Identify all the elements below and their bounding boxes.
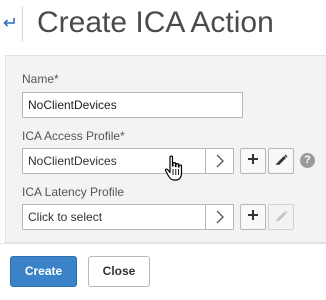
- help-icon[interactable]: ?: [300, 153, 315, 168]
- name-field[interactable]: NoClientDevices: [22, 92, 243, 118]
- form-panel: Name* NoClientDevices ICA Access Profile…: [5, 55, 326, 243]
- plus-icon: [247, 152, 259, 170]
- latency-profile-select[interactable]: Click to select: [22, 204, 234, 230]
- create-button[interactable]: Create: [10, 256, 77, 287]
- access-profile-value: NoClientDevices: [28, 154, 117, 168]
- pencil-icon: [274, 152, 288, 171]
- pencil-icon: [274, 208, 288, 227]
- latency-profile-placeholder: Click to select: [28, 210, 103, 224]
- page-header: Create ICA Action: [0, 0, 326, 50]
- hand-cursor-icon: [164, 155, 186, 183]
- back-arrow-icon[interactable]: [1, 12, 17, 32]
- page-title: Create ICA Action: [37, 6, 274, 39]
- add-access-profile-button[interactable]: [240, 148, 266, 174]
- latency-profile-label: ICA Latency Profile: [22, 185, 125, 199]
- header-divider: [22, 6, 23, 42]
- access-profile-select[interactable]: NoClientDevices: [22, 148, 234, 174]
- plus-icon: [247, 208, 259, 226]
- access-profile-label: ICA Access Profile*: [22, 129, 125, 143]
- close-button[interactable]: Close: [88, 256, 150, 287]
- chevron-right-icon[interactable]: [205, 149, 233, 173]
- chevron-right-icon[interactable]: [205, 205, 233, 229]
- edit-latency-profile-button[interactable]: [268, 204, 294, 230]
- add-latency-profile-button[interactable]: [240, 204, 266, 230]
- name-label: Name*: [22, 72, 59, 86]
- edit-access-profile-button[interactable]: [268, 148, 294, 174]
- footer-divider: [0, 243, 326, 244]
